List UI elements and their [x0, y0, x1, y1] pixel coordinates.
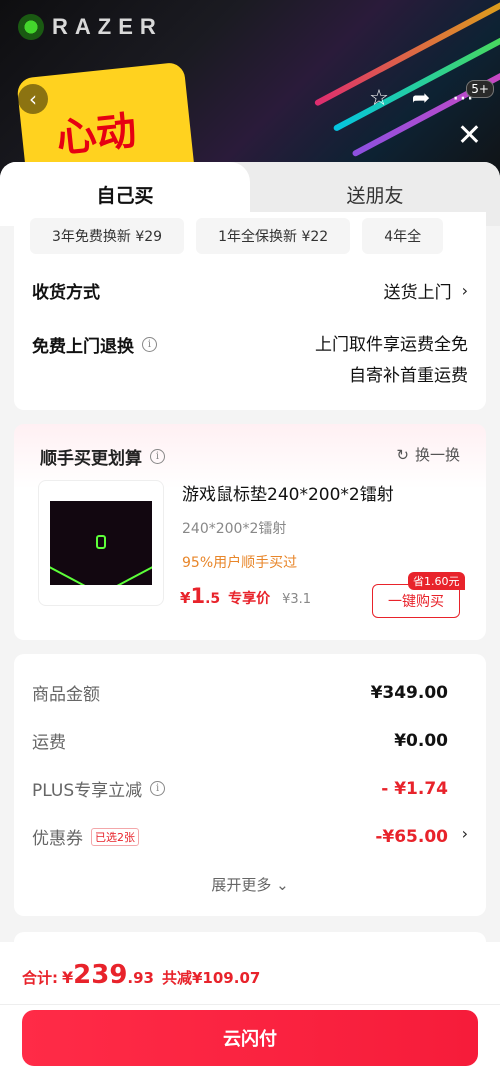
price-currency: ¥ [180, 589, 191, 607]
addon-price: ¥ 1 .5 专享价 ¥3.1 [180, 584, 311, 608]
delivery-value-wrap: 送货上门 › [384, 278, 468, 303]
service-plan[interactable]: 3年免费换新 ¥29 [30, 218, 185, 254]
chevron-down-icon: ⌄ [276, 876, 289, 894]
info-icon[interactable]: i [150, 781, 166, 796]
summary-row-plus-discount: PLUS专享立减 i - ¥1.74 [32, 776, 448, 802]
refresh-icon: ↻ [396, 445, 409, 464]
summary-row-subtotal: 商品金额 ¥349.00 [32, 680, 448, 706]
summary-label: 运费 [32, 733, 66, 753]
addon-card: 顺手买更划算 i ↻ 换一换 游戏鼠标垫240*200*2镭射 240*200*… [14, 424, 486, 640]
service-plan[interactable]: 1年全保换新 ¥22 [196, 218, 351, 254]
brand-logo: RAZER [18, 14, 163, 40]
info-icon[interactable]: i [142, 337, 157, 352]
summary-value: - ¥1.74 [381, 778, 448, 799]
summary-label: 商品金额 [32, 685, 100, 705]
chevron-left-icon: ‹ [29, 87, 37, 111]
summary-label-wrap: 优惠券 已选2张 [32, 824, 139, 849]
summary-row-shipping: 运费 ¥0.00 [32, 728, 448, 754]
summary-value: -¥65.00 [375, 826, 448, 847]
back-button[interactable]: ‹ [18, 84, 48, 114]
summary-row-coupon[interactable]: 优惠券 已选2张 -¥65.00 [32, 824, 448, 850]
addon-title: 顺手买更划算 [40, 449, 142, 469]
divider [0, 1004, 500, 1005]
returns-label: 免费上门退换 [32, 337, 134, 357]
summary-label: PLUS专享立减 [32, 781, 143, 801]
rgb-light-stripe [332, 14, 500, 132]
close-icon[interactable]: ✕ [457, 118, 482, 153]
refresh-button[interactable]: ↻ 换一换 [396, 444, 460, 465]
total-decimal: .93 [127, 969, 154, 987]
returns-line-1: 上门取件享运费全免 [315, 335, 468, 355]
summary-label-wrap: PLUS专享立减 i [32, 776, 166, 801]
addon-product-name[interactable]: 游戏鼠标垫240*200*2镭射 [182, 480, 394, 505]
service-plan-list: 3年免费换新 ¥29 1年全保换新 ¥22 4年全 [30, 218, 486, 254]
service-plan[interactable]: 4年全 [362, 218, 444, 254]
addon-buyers-text: 95%用户顺手买过 [182, 555, 298, 571]
summary-value: ¥0.00 [394, 730, 448, 751]
original-price: ¥3.1 [282, 592, 312, 607]
summary-label: 优惠券 [32, 829, 83, 849]
price-summary-card: 商品金额 ¥349.00 运费 ¥0.00 PLUS专享立减 i - ¥1.74… [14, 654, 486, 916]
refresh-label: 换一换 [414, 446, 460, 464]
order-total: 合计: ¥ 239 .93 共减¥109.07 [22, 960, 260, 990]
pay-button[interactable]: 云闪付 [22, 1010, 478, 1066]
price-decimal: .5 [205, 591, 221, 607]
total-integer: 239 [73, 960, 128, 990]
promo-text: 心动 [54, 107, 139, 163]
returns-values: 上门取件享运费全免 自寄补首重运费 [315, 330, 468, 392]
returns-label-wrap: 免费上门退换 i [32, 332, 157, 357]
checkout-bar: 合计: ¥ 239 .93 共减¥109.07 云闪付 [0, 942, 500, 1083]
service-card: 3年免费换新 ¥29 1年全保换新 ¥22 4年全 收货方式 送货上门 › 免费… [14, 212, 486, 410]
returns-line-2: 自寄补首重运费 [349, 366, 468, 386]
info-icon[interactable]: i [150, 449, 165, 464]
chevron-right-icon[interactable]: › [462, 824, 468, 843]
message-count-badge: 5+ [466, 80, 494, 98]
delivery-row[interactable]: 收货方式 送货上门 › [32, 278, 468, 303]
product-thumbnail[interactable] [38, 480, 164, 606]
total-label: 合计: [22, 969, 58, 987]
mousepad-image [50, 501, 152, 585]
top-actions: ☆ ➦ ⋯ [366, 86, 476, 111]
brand-name: RAZER [52, 14, 163, 39]
expand-more-button[interactable]: 展开更多 ⌄ [14, 874, 486, 895]
returns-row: 免费上门退换 i 上门取件享运费全免 自寄补首重运费 [32, 330, 468, 392]
chevron-right-icon: › [461, 281, 468, 300]
total-currency: ¥ [62, 968, 74, 987]
star-icon[interactable]: ☆ [366, 86, 392, 111]
total-saved[interactable]: 共减¥109.07 [162, 967, 260, 988]
price-integer: 1 [190, 584, 206, 608]
addon-product-spec: 240*200*2镭射 [182, 521, 287, 537]
delivery-value: 送货上门 [383, 283, 452, 303]
price-tag: 专享价 [228, 591, 271, 607]
summary-value: ¥349.00 [370, 682, 448, 703]
save-badge: 省1.60元 [408, 572, 465, 590]
share-icon[interactable]: ➦ [408, 86, 434, 111]
razer-logo-icon [18, 14, 44, 40]
expand-label: 展开更多 [211, 876, 272, 894]
addon-title-wrap: 顺手买更划算 i [40, 444, 165, 469]
delivery-label: 收货方式 [32, 283, 100, 303]
coupon-count-tag: 已选2张 [91, 827, 139, 846]
